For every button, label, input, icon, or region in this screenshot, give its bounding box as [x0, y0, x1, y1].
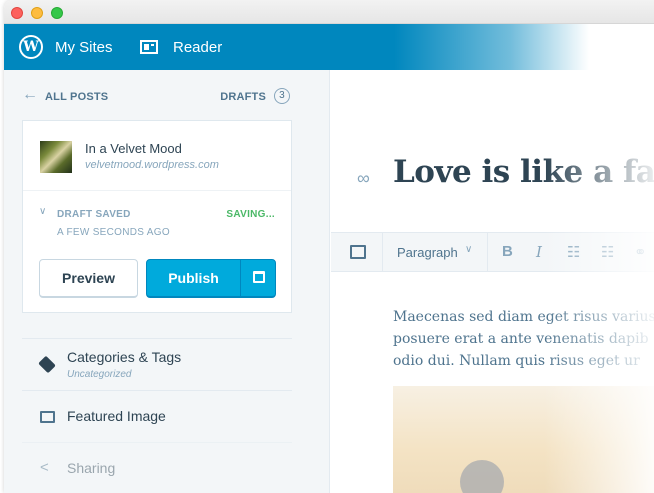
publish-divider — [240, 260, 241, 296]
site-url: velvetmood.wordpress.com — [85, 159, 219, 171]
saved-time: A FEW SECONDS AGO — [57, 227, 170, 238]
categories-sublabel: Uncategorized — [67, 369, 132, 380]
permalink-icon[interactable]: ∞ — [357, 168, 370, 189]
publish-button-group: Publish — [146, 259, 276, 298]
content-image[interactable] — [393, 386, 654, 493]
close-window-button[interactable] — [11, 7, 23, 19]
content-line: posuere erat a ante venenatis dapib — [393, 331, 649, 347]
site-name: In a Velvet Mood — [85, 141, 182, 156]
reader-label: Reader — [173, 38, 223, 56]
link-icon[interactable]: ⚭ — [634, 243, 647, 261]
wordpress-logo-icon: W — [19, 35, 43, 59]
my-sites-button[interactable]: W My Sites — [19, 24, 113, 70]
image-subject — [460, 460, 504, 493]
reader-button[interactable]: Reader — [140, 24, 222, 70]
drafts-link[interactable]: DRAFTS — [220, 91, 266, 103]
back-arrow-icon[interactable]: ← — [22, 86, 38, 104]
categories-tags-label: Categories & Tags — [67, 349, 182, 365]
format-select[interactable]: Paragraph — [397, 245, 458, 260]
post-editor: ∞ Love is like a fau Paragraph ∨ B I ☷ ☷… — [331, 70, 654, 493]
publish-button[interactable]: Publish — [147, 260, 240, 296]
sharing-label: Sharing — [67, 460, 116, 476]
title-bar — [4, 0, 654, 24]
content-line: odio dui. Nullam quis risus eget ur — [393, 353, 640, 369]
content-line: Maecenas sed diam eget risus varius — [393, 309, 654, 325]
editor-sidebar: ← ALL POSTS DRAFTS 3 In a Velvet Mood ve… — [4, 70, 330, 493]
post-status-card: In a Velvet Mood velvetmood.wordpress.co… — [22, 120, 292, 313]
sidebar-header: ← ALL POSTS DRAFTS 3 — [22, 86, 290, 106]
preview-button[interactable]: Preview — [39, 259, 138, 298]
bullet-list-icon[interactable]: ☷ — [567, 243, 580, 261]
share-icon: < — [40, 459, 49, 476]
add-media-icon[interactable] — [350, 245, 366, 259]
sidebar-item-featured-image[interactable]: Featured Image — [22, 390, 292, 442]
sidebar-item-categories-tags[interactable]: Categories & Tags Uncategorized — [22, 338, 292, 390]
maximize-window-button[interactable] — [51, 7, 63, 19]
drafts-count-badge[interactable]: 3 — [274, 88, 290, 104]
post-title[interactable]: Love is like a fau — [393, 154, 654, 190]
numbered-list-icon[interactable]: ☷ — [601, 243, 614, 261]
chevron-down-icon[interactable]: ∨ — [465, 244, 472, 255]
draft-status: ∨ DRAFT SAVED SAVING... A FEW SECONDS AG… — [23, 192, 291, 242]
featured-image-label: Featured Image — [67, 408, 166, 424]
toolbar-divider — [382, 233, 383, 271]
editor-toolbar: Paragraph ∨ B I ☷ ☷ ⚭ — [331, 232, 654, 272]
reader-icon — [140, 40, 158, 54]
post-content[interactable]: Maecenas sed diam eget risus varius posu… — [393, 306, 654, 372]
masterbar: W My Sites Reader — [4, 24, 654, 70]
saving-indicator: SAVING... — [226, 209, 275, 220]
toolbar-divider — [487, 233, 488, 271]
site-info: In a Velvet Mood velvetmood.wordpress.co… — [23, 121, 291, 191]
app-window: W My Sites Reader ← ALL POSTS DRAFTS 3 I… — [4, 0, 654, 493]
bold-button[interactable]: B — [502, 243, 513, 260]
my-sites-label: My Sites — [55, 38, 113, 56]
minimize-window-button[interactable] — [31, 7, 43, 19]
chevron-down-icon[interactable]: ∨ — [39, 206, 46, 217]
tag-icon — [38, 355, 56, 374]
image-icon — [40, 411, 55, 423]
all-posts-link[interactable]: ALL POSTS — [45, 91, 108, 103]
calendar-icon[interactable] — [253, 271, 265, 283]
site-icon — [40, 141, 72, 173]
italic-button[interactable]: I — [536, 243, 542, 261]
sidebar-item-sharing[interactable]: < Sharing — [22, 442, 292, 493]
draft-saved-label[interactable]: DRAFT SAVED — [57, 209, 131, 220]
